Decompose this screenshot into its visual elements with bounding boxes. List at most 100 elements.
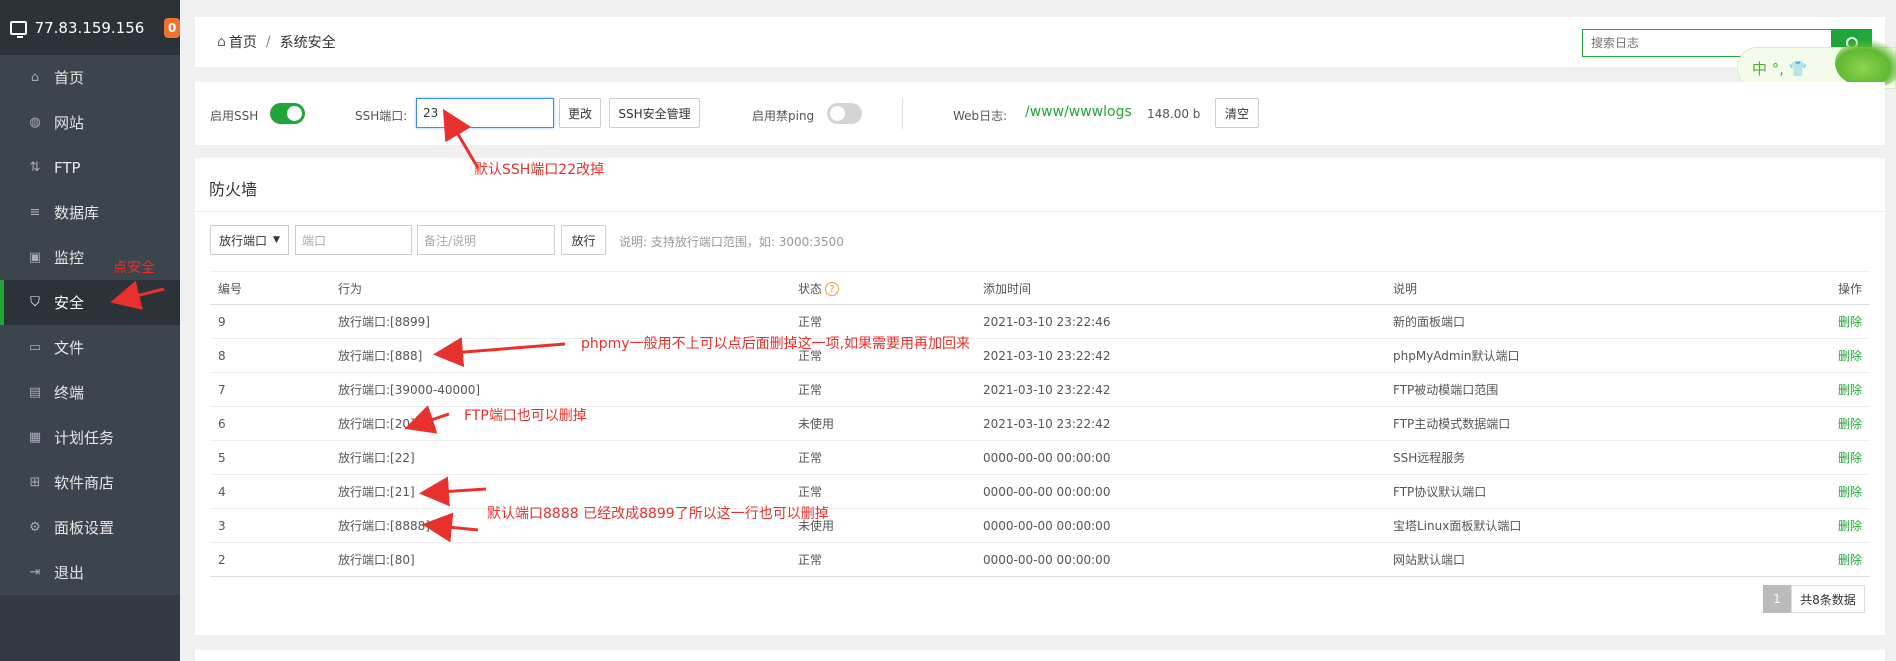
cell-action: 放行端口:[39000-40000] [330,372,790,407]
sidebar-item-label: 安全 [54,294,85,312]
col-time: 添加时间 [975,271,1385,305]
ftp-icon: ⇅ [29,160,41,175]
shield-icon: ⛉ [30,295,40,310]
allow-port-button[interactable]: 放行 [561,225,606,255]
annotation-ssh-port: 默认SSH端口22改掉 [474,162,605,178]
globe-icon: ◍ [29,115,41,130]
sidebar-item-2[interactable]: ⇅ FTP [0,145,180,190]
col-desc: 说明 [1385,271,1790,305]
help-icon[interactable]: ? [825,282,840,296]
cell-time: 0000-00-00 00:00:00 [975,542,1385,577]
server-ip: 77.83.159.156 [34,18,145,37]
monitor-icon [10,20,27,38]
apps-icon: ⊞ [29,475,41,490]
cell-id: 3 [210,508,330,543]
delete-link[interactable]: 删除 [1790,406,1870,441]
annotation-ftp: FTP端口也可以删掉 [464,408,587,424]
server-header: 77.83.159.156 0 [0,0,180,55]
breadcrumb-home[interactable]: 首页 [229,32,257,52]
monitor-icon: ▣ [28,250,42,265]
annotation-phpmy: phpmy一般用不上可以点后面删掉这一项,如果需要用再加回来 [581,336,971,352]
total-count: 共8条数据 [1791,585,1865,613]
delete-link[interactable]: 删除 [1790,542,1870,577]
sidebar-item-label: 数据库 [54,204,100,222]
leaf-decoration [1835,38,1896,88]
col-id: 编号 [210,271,330,305]
folder-icon: ▭ [28,340,42,355]
ssh-port-label: SSH端口: [355,109,408,123]
breadcrumb-separator: / [265,34,271,50]
sidebar-item-9[interactable]: ⊞ 软件商店 [0,460,180,505]
sidebar-item-label: FTP [54,158,81,177]
delete-link[interactable]: 删除 [1790,474,1870,509]
sidebar-item-3[interactable]: ≡ 数据库 [0,190,180,235]
col-op: 操作 [1790,271,1870,305]
table-row: 9 放行端口:[8899] 正常 2021-03-10 23:22:46 新的面板端口删… [210,304,1870,339]
sidebar-item-11[interactable]: ⇥ 退出 [0,550,180,595]
cell-desc: FTP被动模端口范围 [1385,372,1790,407]
weblog-size: 148.00 b [1147,107,1201,121]
cell-id: 4 [210,474,330,509]
divider [902,97,903,129]
annotation-default-port: 默认端口8888 已经改成8899了所以这一行也可以删掉 [487,506,829,522]
range-hint: 说明: 支持放行端口范围，如: 3000:3500 [619,235,844,249]
delete-link[interactable]: 删除 [1790,338,1870,373]
ssh-toggle[interactable] [270,103,305,124]
delete-link[interactable]: 删除 [1790,508,1870,543]
delete-link[interactable]: 删除 [1790,304,1870,339]
sidebar-item-label: 软件商店 [54,474,115,492]
weblog-path-link[interactable]: /www/wwwlogs [1025,104,1132,120]
change-port-button[interactable]: 更改 [559,98,601,128]
sidebar-item-label: 计划任务 [54,429,115,447]
delete-link[interactable]: 删除 [1790,440,1870,475]
table-row: 2 放行端口:[80] 正常 0000-00-00 00:00:00 网站默认端口 删除 [210,542,1870,577]
sidebar-item-8[interactable]: ▦ 计划任务 [0,415,180,460]
cell-desc: 新的面板端口 [1385,304,1790,339]
sidebar-item-label: 面板设置 [54,519,115,537]
page-1[interactable]: 1 [1763,585,1791,613]
cell-desc: SSH远程服务 [1385,440,1790,475]
cell-time: 0000-00-00 00:00:00 [975,508,1385,543]
sidebar-item-label: 网站 [54,114,85,132]
firewall-panel: 防火墙 放行端口 ▼ 端口 备注/说明 放行 说明: 支持放行端口范围，如: 3… [195,158,1885,635]
home-icon: ⌂ [217,34,226,50]
sidebar-item-10[interactable]: ⚙ 面板设置 [0,505,180,550]
cell-id: 7 [210,372,330,407]
sidebar-item-1[interactable]: ◍ 网站 [0,100,180,145]
notification-badge[interactable]: 0 [164,17,180,38]
table-row: 3 放行端口:[8888] 未使用 0000-00-00 00:00:00 宝塔Linu… [210,508,1870,543]
sidebar-item-7[interactable]: ▤ 终端 [0,370,180,415]
cell-id: 6 [210,406,330,441]
weblog-label: Web日志: [953,109,1008,123]
ping-toggle[interactable] [827,103,862,124]
terminal-icon: ▤ [28,385,42,400]
cell-status: 正常 [790,440,975,475]
cell-desc: phpMyAdmin默认端口 [1385,338,1790,373]
port-input[interactable]: 端口 [295,225,412,255]
cell-time: 0000-00-00 00:00:00 [975,474,1385,509]
clear-log-button[interactable]: 清空 [1215,98,1259,128]
cell-desc: FTP主动模式数据端口 [1385,406,1790,441]
cell-id: 5 [210,440,330,475]
ssh-settings-panel: 启用SSH SSH端口: 23 更改 SSH安全管理 启用禁ping Web日志… [195,82,1885,145]
ime-status: 中 °, 👕 [1752,59,1808,78]
ssh-port-input[interactable]: 23 [416,98,554,128]
cell-status: 未使用 [790,406,975,441]
mode-select-value: 放行端口 [219,233,268,248]
cell-time: 2021-03-10 23:22:46 [975,304,1385,339]
table-row: 4 放行端口:[21] 正常 0000-00-00 00:00:00 FTP协议默认端口… [210,474,1870,509]
table-row: 7 放行端口:[39000-40000] 正常 2021-03-10 23:22:42… [210,372,1870,407]
sidebar-item-5[interactable]: ⛉ 安全 [0,280,180,325]
cell-desc: 网站默认端口 [1385,542,1790,577]
note-input[interactable]: 备注/说明 [417,225,555,255]
ssh-manage-button[interactable]: SSH安全管理 [609,98,700,128]
sidebar-item-label: 终端 [54,384,85,402]
mode-select[interactable]: 放行端口 ▼ [210,225,289,255]
next-panel [195,650,1885,661]
cell-time: 2021-03-10 23:22:42 [975,338,1385,373]
cell-time: 2021-03-10 23:22:42 [975,406,1385,441]
delete-link[interactable]: 删除 [1790,372,1870,407]
sidebar-item-6[interactable]: ▭ 文件 [0,325,180,370]
sidebar-item-0[interactable]: ⌂ 首页 [0,55,180,100]
caret-down-icon: ▼ [273,235,280,245]
